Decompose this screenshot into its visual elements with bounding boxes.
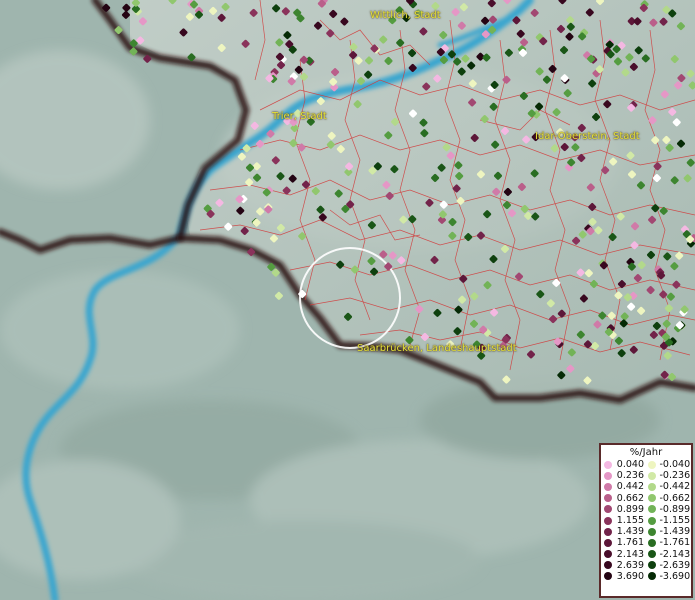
map-view[interactable]: Wittlich, Stadt Trier, Stadt Idar-Oberst…	[0, 0, 695, 600]
legend-entry-negative: -0.040	[647, 459, 692, 471]
legend-value: 0.662	[616, 492, 644, 504]
legend-entry-positive: 1.155	[604, 515, 648, 526]
place-label-wittlich: Wittlich, Stadt	[370, 10, 441, 21]
legend-value: 2.639	[616, 559, 644, 571]
legend-entry-negative: -3.690	[647, 570, 692, 582]
legend-entry-positive: 0.442	[604, 481, 648, 492]
legend-entry-negative: -2.639	[647, 559, 692, 571]
legend-value: 1.155	[616, 515, 644, 527]
legend-value: 0.236	[616, 470, 644, 482]
legend-entry-negative: -2.143	[647, 548, 692, 560]
legend-value: 0.442	[616, 481, 644, 493]
legend-value: -1.155	[659, 515, 691, 527]
legend-swatch	[647, 527, 656, 536]
legend-swatch	[647, 538, 656, 547]
legend-swatch	[647, 471, 656, 480]
legend-swatch	[647, 550, 656, 559]
legend-entry-positive: 1.761	[604, 537, 648, 548]
legend-title: %/Jahr	[629, 447, 663, 458]
legend-swatch	[604, 561, 612, 570]
legend-swatch	[647, 516, 656, 525]
legend-swatch	[647, 572, 656, 581]
place-label-trier: Trier, Stadt	[272, 111, 327, 122]
legend-value: -1.439	[659, 526, 691, 538]
legend-value: -2.143	[659, 548, 691, 560]
legend-swatch	[604, 572, 612, 581]
legend-value: 2.143	[616, 548, 644, 560]
place-label-saarbruecken: Saarbrücken, Landeshauptstadt	[357, 343, 517, 354]
place-label-idar-oberstein: Idar-Oberstein, Stadt	[535, 131, 640, 142]
legend-swatch	[604, 538, 612, 547]
legend-swatch	[647, 505, 656, 514]
legend-entry-negative: -1.155	[647, 515, 692, 527]
legend-value: 0.899	[616, 503, 644, 515]
legend-swatch	[604, 505, 612, 514]
legend-entry-negative: -1.761	[647, 537, 692, 549]
legend-entry-positive: 0.899	[604, 504, 648, 515]
legend-value: -0.899	[659, 503, 691, 515]
legend-swatch	[604, 516, 612, 525]
legend-swatch	[604, 550, 612, 559]
legend-entry-negative: -0.236	[647, 470, 692, 482]
legend-value: 1.761	[616, 537, 644, 549]
legend-entry-positive: 2.639	[604, 560, 648, 571]
legend-swatch	[604, 482, 612, 491]
map-legend: %/Jahr 0.040 0.236 0.442 0.662 0.899 1.1…	[599, 443, 693, 598]
legend-swatch	[604, 471, 612, 480]
legend-value: -2.639	[659, 559, 691, 571]
legend-swatch	[647, 561, 656, 570]
legend-entry-positive: 2.143	[604, 549, 648, 560]
legend-entry-positive: 1.439	[604, 526, 648, 537]
legend-entry-positive: 0.040	[604, 459, 648, 470]
legend-value: 3.690	[616, 570, 644, 582]
legend-value: 0.040	[616, 459, 644, 471]
legend-value: -0.442	[659, 481, 691, 493]
legend-entry-negative: -0.899	[647, 503, 692, 515]
legend-value: 1.439	[616, 526, 644, 538]
legend-swatch	[604, 494, 612, 503]
map-canvas[interactable]	[0, 0, 695, 600]
legend-entry-negative: -0.442	[647, 481, 692, 493]
legend-positive-column: 0.040 0.236 0.442 0.662 0.899 1.155 1.43…	[604, 459, 648, 582]
legend-entry-positive: 3.690	[604, 571, 648, 582]
legend-value: -3.690	[659, 570, 691, 582]
legend-value: -1.761	[659, 537, 691, 549]
legend-entry-negative: -1.439	[647, 526, 692, 538]
legend-value: -0.236	[659, 470, 691, 482]
legend-swatch	[647, 460, 656, 469]
legend-entry-positive: 0.236	[604, 470, 648, 481]
legend-swatch	[604, 460, 612, 469]
legend-negative-column: -0.040 -0.236 -0.442 -0.662 -0.899 -1.15…	[647, 459, 692, 582]
legend-entry-negative: -0.662	[647, 492, 692, 504]
legend-value: -0.662	[659, 492, 691, 504]
legend-swatch	[604, 527, 612, 536]
legend-entry-positive: 0.662	[604, 493, 648, 504]
legend-value: -0.040	[659, 459, 691, 471]
legend-swatch	[647, 482, 656, 491]
legend-swatch	[647, 494, 656, 503]
